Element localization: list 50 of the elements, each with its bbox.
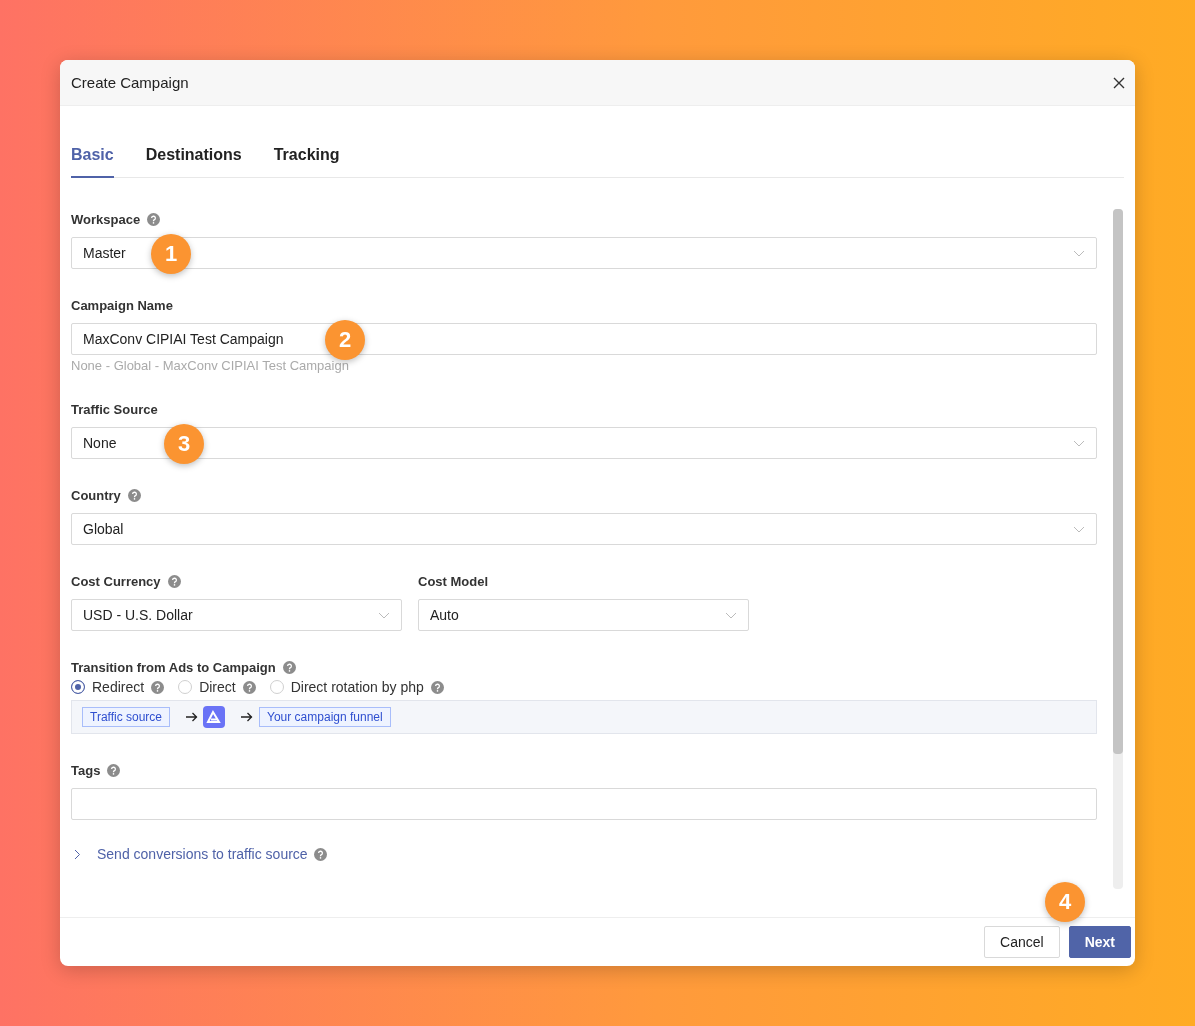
arrow-right-icon [186, 712, 199, 722]
dropdown-value: Auto [430, 607, 459, 623]
radio-label: Direct rotation by php [290, 679, 424, 695]
radio-option[interactable]: Direct rotation by php [269, 679, 444, 695]
scrollbar-thumb[interactable] [1113, 209, 1123, 754]
helper-text: None - Global - MaxConv CIPIAI Test Campaign [71, 358, 350, 373]
field-label: Transition from Ads to Campaign [71, 659, 276, 675]
dropdown-field[interactable]: USD - U.S. Dollar [71, 599, 402, 631]
next-button[interactable]: Next [1068, 926, 1131, 958]
dropdown-field[interactable]: Global [71, 513, 1097, 545]
radio-button[interactable] [71, 680, 85, 694]
input-field[interactable] [71, 788, 1097, 820]
cancel-button[interactable]: Cancel [984, 926, 1060, 958]
flow-tag: Your campaign funnel [259, 707, 391, 727]
radio-option[interactable]: Direct [178, 679, 256, 695]
dropdown-value: None [83, 435, 117, 451]
tab[interactable]: Tracking [273, 136, 340, 178]
dropdown-value: USD - U.S. Dollar [83, 607, 193, 623]
dropdown-field[interactable]: Auto [418, 599, 749, 631]
scrollbar[interactable] [1113, 209, 1123, 889]
collapse-link[interactable]: Send conversions to traffic source [97, 846, 308, 862]
chevron-down-icon [1073, 439, 1085, 447]
field-label: Campaign Name [71, 297, 173, 313]
chevron-down-icon [378, 611, 390, 619]
dropdown-value: Global [83, 521, 124, 537]
logo-icon [203, 706, 226, 728]
dropdown-value: Master [83, 245, 126, 261]
field-label: Traffic Source [71, 401, 158, 417]
flow-tag: Traffic source [82, 707, 171, 727]
arrow-right-icon [241, 712, 254, 722]
radio-option[interactable]: Redirect [71, 679, 165, 695]
chevron-down-icon [725, 611, 737, 619]
chevron-down-icon [1073, 525, 1085, 533]
field-label: Cost Currency [71, 573, 161, 589]
field-label: Workspace [71, 211, 141, 227]
radio-label: Redirect [92, 679, 145, 695]
tab[interactable]: Destinations [145, 136, 242, 178]
step-number-badge: 2 [325, 320, 365, 360]
tab[interactable]: Basic [71, 136, 114, 178]
radio-label: Direct [199, 679, 236, 695]
step-number-badge: 4 [1045, 882, 1085, 922]
close-icon [1113, 76, 1125, 89]
chevron-down-icon [1073, 249, 1085, 257]
input-value: MaxConv CIPIAI Test Campaign [83, 331, 284, 347]
dialog-title: Create Campaign [71, 74, 189, 91]
field-label: Cost Model [418, 573, 489, 589]
field-label: Tags [71, 762, 101, 778]
field-label: Country [71, 487, 121, 503]
step-number-badge: 3 [164, 424, 204, 464]
step-number-badge: 1 [151, 234, 191, 274]
